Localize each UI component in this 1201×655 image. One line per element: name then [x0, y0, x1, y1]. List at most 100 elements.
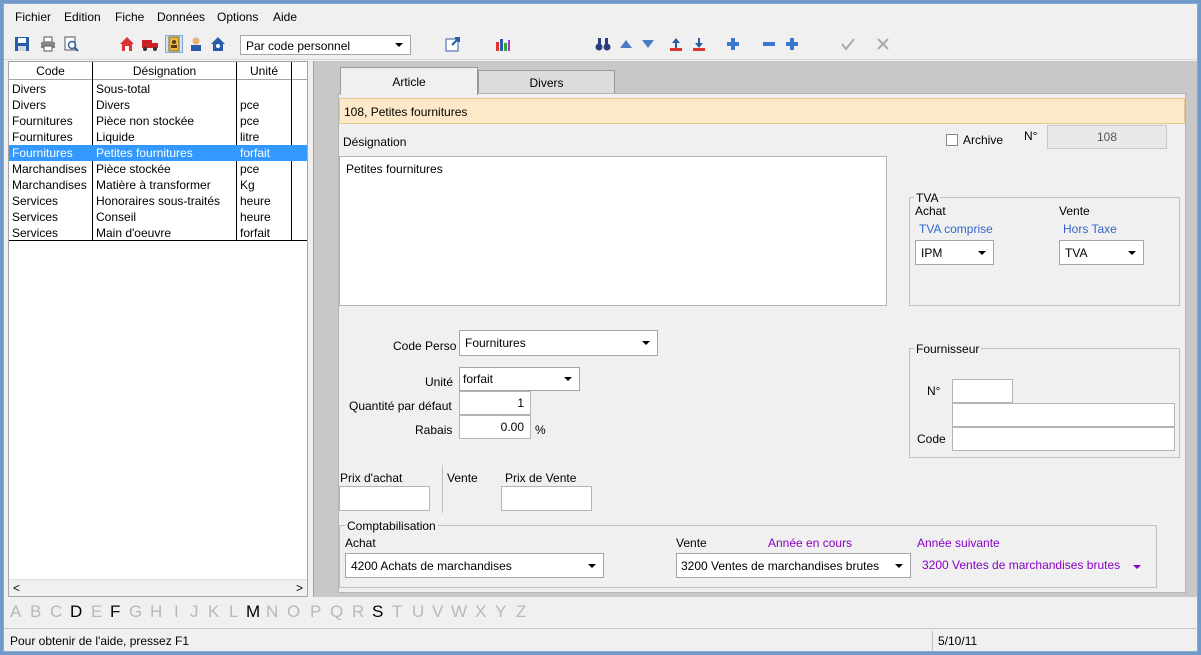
cell-code: Divers — [12, 82, 47, 96]
fournisseur-code-input[interactable] — [952, 427, 1175, 451]
letter-m[interactable]: M — [246, 602, 260, 622]
menu-aide[interactable]: Aide — [273, 10, 297, 24]
menu-options[interactable]: Options — [217, 10, 258, 24]
house-user-icon[interactable] — [209, 35, 227, 53]
letter-o[interactable]: O — [287, 602, 300, 622]
column-header-unite[interactable]: Unité — [237, 64, 291, 78]
prix-achat-input[interactable] — [339, 486, 430, 511]
home-icon[interactable] — [118, 35, 136, 53]
rabais-input[interactable]: 0.00 — [459, 415, 531, 439]
archive-label: Archive — [963, 133, 1004, 147]
list-header: Code Désignation Unité — [9, 62, 307, 80]
letter-d[interactable]: D — [70, 602, 82, 622]
sort-down-icon[interactable] — [690, 35, 708, 53]
letter-s[interactable]: S — [372, 602, 383, 622]
fournisseur-numero-input[interactable] — [952, 379, 1013, 403]
add-icon[interactable] — [724, 35, 742, 53]
code-perso-select[interactable]: Fournitures — [459, 330, 658, 356]
list-item[interactable]: Marchandises Pièce stockée pce — [9, 161, 307, 177]
unite-label: Unité — [425, 375, 454, 389]
compta-vente-select[interactable]: 3200 Ventes de marchandises brutes — [676, 553, 911, 578]
save-icon[interactable] — [13, 35, 31, 53]
letter-q[interactable]: Q — [330, 602, 343, 622]
print-preview-icon[interactable] — [62, 35, 80, 53]
compta-achat-select[interactable]: 4200 Achats de marchandises — [345, 553, 604, 578]
letter-l[interactable]: L — [229, 602, 238, 622]
menu-donnees[interactable]: Données — [157, 10, 205, 24]
letter-j[interactable]: J — [190, 602, 199, 622]
list-item[interactable]: Divers Sous-total — [9, 81, 307, 97]
archive-checkbox[interactable] — [946, 134, 958, 146]
menu-fichier[interactable]: Fichier — [15, 10, 51, 24]
arrow-up-icon[interactable] — [617, 35, 635, 53]
sort-up-icon[interactable] — [667, 35, 685, 53]
menu-edition[interactable]: Edition — [64, 10, 101, 24]
rabais-value: 0.00 — [500, 420, 524, 434]
letter-y[interactable]: Y — [495, 602, 506, 622]
list-item[interactable]: Fournitures Liquide litre — [9, 129, 307, 145]
letter-w[interactable]: W — [451, 602, 467, 622]
letter-c[interactable]: C — [50, 602, 62, 622]
letter-u[interactable]: U — [412, 602, 424, 622]
column-header-designation[interactable]: Désignation — [93, 64, 236, 78]
letter-r[interactable]: R — [352, 602, 364, 622]
list-item[interactable]: Divers Divers pce — [9, 97, 307, 113]
letter-t[interactable]: T — [392, 602, 402, 622]
letter-b[interactable]: B — [30, 602, 41, 622]
letter-g[interactable]: G — [129, 602, 142, 622]
letter-f[interactable]: F — [110, 602, 120, 622]
unite-select[interactable]: forfait — [459, 367, 580, 391]
arrow-down-icon[interactable] — [639, 35, 657, 53]
quantite-input[interactable]: 1 — [459, 391, 531, 415]
menu-fiche[interactable]: Fiche — [115, 10, 144, 24]
list-item[interactable]: Services Conseil heure — [9, 209, 307, 225]
letter-a[interactable]: A — [10, 602, 21, 622]
cell-designation: Pièce stockée — [96, 162, 171, 176]
code-perso-label: Code Perso — [393, 339, 457, 353]
scroll-left-icon[interactable]: < — [13, 581, 20, 595]
prix-vente-input[interactable] — [501, 486, 592, 511]
truck-icon[interactable] — [141, 35, 159, 53]
sort-select[interactable]: Par code personnel — [240, 35, 411, 55]
letter-v[interactable]: V — [432, 602, 443, 622]
list-item[interactable]: Services Main d'oeuvre forfait — [9, 225, 307, 241]
numero-field: 108 — [1047, 125, 1167, 149]
list-item[interactable]: Marchandises Matière à transformer Kg — [9, 177, 307, 193]
add-record-icon[interactable] — [783, 35, 801, 53]
tab-article[interactable]: Article — [340, 67, 478, 95]
cell-unite: Kg — [240, 178, 255, 192]
chart-icon[interactable] — [494, 35, 512, 53]
cell-unite: pce — [240, 114, 260, 128]
scroll-right-icon[interactable]: > — [296, 581, 303, 595]
compta-vente-suivante-select[interactable]: 3200 Ventes de marchandises brutes — [917, 553, 1150, 578]
list-item[interactable]: Services Honoraires sous-traités heure — [9, 193, 307, 209]
minus-icon[interactable] — [760, 35, 778, 53]
binoculars-icon[interactable] — [594, 35, 612, 53]
cell-unite: forfait — [240, 146, 271, 160]
check-icon[interactable] — [839, 35, 857, 53]
tab-divers[interactable]: Divers — [478, 70, 615, 94]
column-header-code[interactable]: Code — [9, 64, 92, 78]
horizontal-scrollbar[interactable]: < > — [9, 579, 307, 596]
user-icon[interactable] — [187, 35, 205, 53]
export-icon[interactable] — [444, 35, 462, 53]
list-item-selected[interactable]: Fournitures Petites fournitures forfait — [9, 145, 307, 161]
letter-k[interactable]: K — [208, 602, 219, 622]
list-item[interactable]: Fournitures Pièce non stockée pce — [9, 113, 307, 129]
address-book-icon[interactable] — [165, 35, 183, 53]
letter-h[interactable]: H — [150, 602, 162, 622]
cancel-icon[interactable] — [874, 35, 892, 53]
letter-z[interactable]: Z — [516, 602, 526, 622]
tva-achat-select[interactable]: IPM — [915, 240, 994, 265]
print-icon[interactable] — [39, 35, 57, 53]
letter-e[interactable]: E — [91, 602, 102, 622]
cell-unite: pce — [240, 98, 260, 112]
designation-textarea[interactable]: Petites fournitures — [339, 156, 887, 306]
letter-i[interactable]: I — [174, 602, 179, 622]
letter-x[interactable]: X — [475, 602, 486, 622]
letter-p[interactable]: P — [310, 602, 321, 622]
fournisseur-numero-label: N° — [927, 384, 941, 398]
tva-vente-select[interactable]: TVA — [1059, 240, 1144, 265]
letter-n[interactable]: N — [266, 602, 278, 622]
fournisseur-nom-input[interactable] — [952, 403, 1175, 427]
